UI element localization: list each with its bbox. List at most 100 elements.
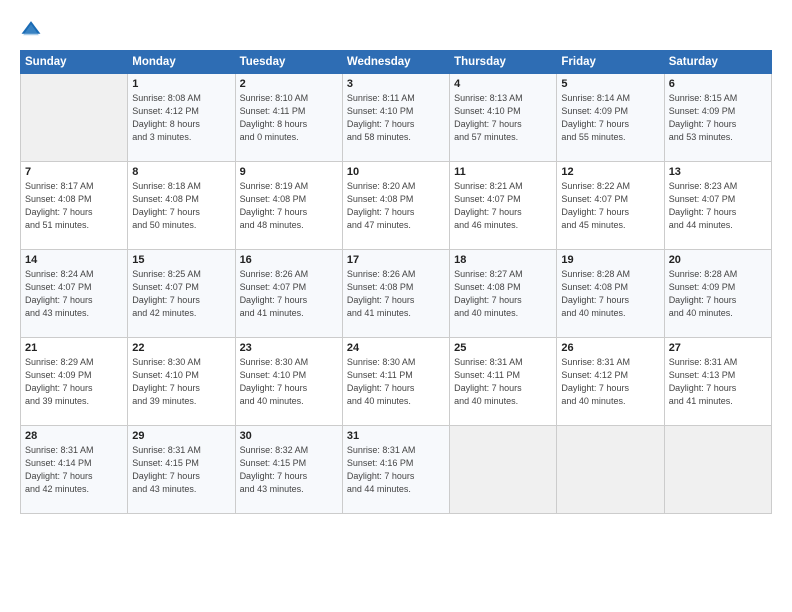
day-info: Sunrise: 8:31 AM Sunset: 4:13 PM Dayligh… bbox=[669, 356, 767, 408]
weekday-header-sunday: Sunday bbox=[21, 51, 128, 74]
day-info: Sunrise: 8:26 AM Sunset: 4:08 PM Dayligh… bbox=[347, 268, 445, 320]
day-info: Sunrise: 8:30 AM Sunset: 4:10 PM Dayligh… bbox=[240, 356, 338, 408]
day-number: 12 bbox=[561, 166, 659, 178]
day-info: Sunrise: 8:25 AM Sunset: 4:07 PM Dayligh… bbox=[132, 268, 230, 320]
calendar-week-3: 14 Sunrise: 8:24 AM Sunset: 4:07 PM Dayli… bbox=[21, 250, 772, 338]
calendar-cell: 8 Sunrise: 8:18 AM Sunset: 4:08 PM Daylig… bbox=[128, 162, 235, 250]
day-info: Sunrise: 8:21 AM Sunset: 4:07 PM Dayligh… bbox=[454, 180, 552, 232]
day-number: 17 bbox=[347, 254, 445, 266]
day-number: 16 bbox=[240, 254, 338, 266]
calendar-week-1: 1Sunrise: 8:08 AM Sunset: 4:12 PM Daylig… bbox=[21, 74, 772, 162]
day-number: 24 bbox=[347, 342, 445, 354]
day-info: Sunrise: 8:29 AM Sunset: 4:09 PM Dayligh… bbox=[25, 356, 123, 408]
day-info: Sunrise: 8:22 AM Sunset: 4:07 PM Dayligh… bbox=[561, 180, 659, 232]
calendar-cell: 14 Sunrise: 8:24 AM Sunset: 4:07 PM Dayli… bbox=[21, 250, 128, 338]
day-info: Sunrise: 8:23 AM Sunset: 4:07 PM Dayligh… bbox=[669, 180, 767, 232]
day-number: 18 bbox=[454, 254, 552, 266]
day-number: 20 bbox=[669, 254, 767, 266]
day-number: 4 bbox=[454, 78, 552, 90]
calendar-cell: 23 Sunrise: 8:30 AM Sunset: 4:10 PM Dayli… bbox=[235, 338, 342, 426]
calendar-cell: 25 Sunrise: 8:31 AM Sunset: 4:11 PM Dayli… bbox=[450, 338, 557, 426]
day-number: 6 bbox=[669, 78, 767, 90]
day-info: Sunrise: 8:31 AM Sunset: 4:16 PM Dayligh… bbox=[347, 444, 445, 496]
calendar-cell: 10 Sunrise: 8:20 AM Sunset: 4:08 PM Dayli… bbox=[342, 162, 449, 250]
day-info: Sunrise: 8:30 AM Sunset: 4:11 PM Dayligh… bbox=[347, 356, 445, 408]
weekday-header-tuesday: Tuesday bbox=[235, 51, 342, 74]
day-info: Sunrise: 8:31 AM Sunset: 4:11 PM Dayligh… bbox=[454, 356, 552, 408]
calendar-table: SundayMondayTuesdayWednesdayThursdayFrid… bbox=[20, 50, 772, 514]
day-number: 3 bbox=[347, 78, 445, 90]
day-number: 15 bbox=[132, 254, 230, 266]
day-number: 9 bbox=[240, 166, 338, 178]
calendar-cell bbox=[557, 426, 664, 514]
day-number: 10 bbox=[347, 166, 445, 178]
calendar-cell: 22Sunrise: 8:30 AM Sunset: 4:10 PM Dayli… bbox=[128, 338, 235, 426]
day-number: 31 bbox=[347, 430, 445, 442]
day-info: Sunrise: 8:31 AM Sunset: 4:14 PM Dayligh… bbox=[25, 444, 123, 496]
calendar-week-5: 28 Sunrise: 8:31 AM Sunset: 4:14 PM Dayli… bbox=[21, 426, 772, 514]
day-info: Sunrise: 8:19 AM Sunset: 4:08 PM Dayligh… bbox=[240, 180, 338, 232]
calendar-cell bbox=[21, 74, 128, 162]
calendar-cell: 15 Sunrise: 8:25 AM Sunset: 4:07 PM Dayli… bbox=[128, 250, 235, 338]
day-info: Sunrise: 8:28 AM Sunset: 4:08 PM Dayligh… bbox=[561, 268, 659, 320]
day-number: 26 bbox=[561, 342, 659, 354]
calendar-cell: 30 Sunrise: 8:32 AM Sunset: 4:15 PM Dayli… bbox=[235, 426, 342, 514]
day-number: 5 bbox=[561, 78, 659, 90]
day-number: 13 bbox=[669, 166, 767, 178]
calendar-cell bbox=[664, 426, 771, 514]
day-number: 25 bbox=[454, 342, 552, 354]
page: SundayMondayTuesdayWednesdayThursdayFrid… bbox=[0, 0, 792, 612]
calendar-cell: 19 Sunrise: 8:28 AM Sunset: 4:08 PM Dayli… bbox=[557, 250, 664, 338]
logo bbox=[20, 18, 46, 40]
day-info: Sunrise: 8:32 AM Sunset: 4:15 PM Dayligh… bbox=[240, 444, 338, 496]
calendar-cell: 18 Sunrise: 8:27 AM Sunset: 4:08 PM Dayli… bbox=[450, 250, 557, 338]
day-number: 28 bbox=[25, 430, 123, 442]
calendar-cell: 4Sunrise: 8:13 AM Sunset: 4:10 PM Daylig… bbox=[450, 74, 557, 162]
calendar-cell: 3 Sunrise: 8:11 AM Sunset: 4:10 PM Daylig… bbox=[342, 74, 449, 162]
calendar-cell: 21 Sunrise: 8:29 AM Sunset: 4:09 PM Dayli… bbox=[21, 338, 128, 426]
calendar-cell: 29 Sunrise: 8:31 AM Sunset: 4:15 PM Dayli… bbox=[128, 426, 235, 514]
calendar-cell: 28 Sunrise: 8:31 AM Sunset: 4:14 PM Dayli… bbox=[21, 426, 128, 514]
calendar-cell: 6Sunrise: 8:15 AM Sunset: 4:09 PM Daylig… bbox=[664, 74, 771, 162]
calendar-cell: 24 Sunrise: 8:30 AM Sunset: 4:11 PM Dayli… bbox=[342, 338, 449, 426]
calendar-cell: 11 Sunrise: 8:21 AM Sunset: 4:07 PM Dayli… bbox=[450, 162, 557, 250]
day-number: 11 bbox=[454, 166, 552, 178]
day-info: Sunrise: 8:11 AM Sunset: 4:10 PM Dayligh… bbox=[347, 92, 445, 144]
day-number: 21 bbox=[25, 342, 123, 354]
calendar-cell: 5Sunrise: 8:14 AM Sunset: 4:09 PM Daylig… bbox=[557, 74, 664, 162]
calendar-cell: 20 Sunrise: 8:28 AM Sunset: 4:09 PM Dayli… bbox=[664, 250, 771, 338]
calendar-cell: 12 Sunrise: 8:22 AM Sunset: 4:07 PM Dayli… bbox=[557, 162, 664, 250]
day-number: 19 bbox=[561, 254, 659, 266]
day-info: Sunrise: 8:31 AM Sunset: 4:12 PM Dayligh… bbox=[561, 356, 659, 408]
day-number: 1 bbox=[132, 78, 230, 90]
calendar-cell bbox=[450, 426, 557, 514]
calendar-cell: 7 Sunrise: 8:17 AM Sunset: 4:08 PM Daylig… bbox=[21, 162, 128, 250]
day-number: 30 bbox=[240, 430, 338, 442]
day-info: Sunrise: 8:28 AM Sunset: 4:09 PM Dayligh… bbox=[669, 268, 767, 320]
day-info: Sunrise: 8:20 AM Sunset: 4:08 PM Dayligh… bbox=[347, 180, 445, 232]
day-info: Sunrise: 8:27 AM Sunset: 4:08 PM Dayligh… bbox=[454, 268, 552, 320]
day-info: Sunrise: 8:18 AM Sunset: 4:08 PM Dayligh… bbox=[132, 180, 230, 232]
calendar-cell: 17 Sunrise: 8:26 AM Sunset: 4:08 PM Dayli… bbox=[342, 250, 449, 338]
weekday-header-saturday: Saturday bbox=[664, 51, 771, 74]
weekday-header-monday: Monday bbox=[128, 51, 235, 74]
weekday-header-wednesday: Wednesday bbox=[342, 51, 449, 74]
day-number: 7 bbox=[25, 166, 123, 178]
day-info: Sunrise: 8:31 AM Sunset: 4:15 PM Dayligh… bbox=[132, 444, 230, 496]
weekday-header-friday: Friday bbox=[557, 51, 664, 74]
day-number: 29 bbox=[132, 430, 230, 442]
calendar-cell: 16 Sunrise: 8:26 AM Sunset: 4:07 PM Dayli… bbox=[235, 250, 342, 338]
calendar-cell: 26 Sunrise: 8:31 AM Sunset: 4:12 PM Dayli… bbox=[557, 338, 664, 426]
day-number: 8 bbox=[132, 166, 230, 178]
day-info: Sunrise: 8:26 AM Sunset: 4:07 PM Dayligh… bbox=[240, 268, 338, 320]
calendar-week-4: 21 Sunrise: 8:29 AM Sunset: 4:09 PM Dayli… bbox=[21, 338, 772, 426]
calendar-cell: 13 Sunrise: 8:23 AM Sunset: 4:07 PM Dayli… bbox=[664, 162, 771, 250]
day-number: 2 bbox=[240, 78, 338, 90]
day-number: 14 bbox=[25, 254, 123, 266]
weekday-header-thursday: Thursday bbox=[450, 51, 557, 74]
day-number: 23 bbox=[240, 342, 338, 354]
day-info: Sunrise: 8:17 AM Sunset: 4:08 PM Dayligh… bbox=[25, 180, 123, 232]
day-info: Sunrise: 8:24 AM Sunset: 4:07 PM Dayligh… bbox=[25, 268, 123, 320]
calendar-cell: 27Sunrise: 8:31 AM Sunset: 4:13 PM Dayli… bbox=[664, 338, 771, 426]
day-info: Sunrise: 8:10 AM Sunset: 4:11 PM Dayligh… bbox=[240, 92, 338, 144]
